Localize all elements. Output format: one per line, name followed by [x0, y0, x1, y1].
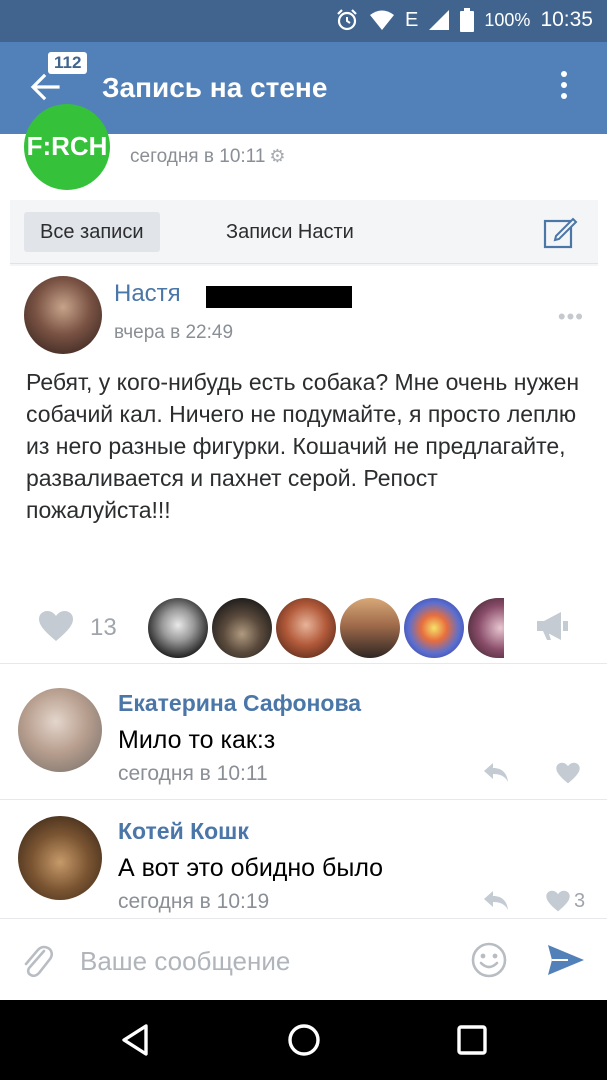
liker-avatar[interactable]	[276, 598, 336, 658]
heart-icon[interactable]	[544, 890, 572, 912]
post-header: F:RCH сегодня в 10:11 ⚙	[0, 104, 607, 198]
clock: 10:35	[540, 8, 593, 31]
battery-icon	[460, 8, 475, 32]
comment-item: Екатерина Сафонова Мило то как:з сегодня…	[0, 672, 607, 800]
nav-back-icon[interactable]	[116, 1020, 156, 1060]
author-name: Настя	[114, 280, 181, 307]
megaphone-icon[interactable]	[535, 610, 569, 642]
redaction-bar	[206, 286, 352, 308]
image-tab-author: Записи Насти	[226, 221, 354, 243]
liker-avatar[interactable]	[404, 598, 464, 658]
more-horiz-icon: •••	[557, 304, 584, 329]
comment-time: сегодня в 10:11	[118, 762, 268, 785]
more-menu-button[interactable]	[559, 68, 569, 108]
battery-percent: 100%	[484, 9, 531, 30]
commenter-avatar[interactable]	[18, 816, 102, 900]
signal-icon	[429, 10, 450, 30]
author-time: вчера в 22:49	[114, 322, 234, 343]
post-time: сегодня в 10:11 ⚙	[130, 146, 286, 168]
post-time-text: сегодня в 10:11	[130, 146, 266, 167]
liker-avatar[interactable]	[148, 598, 208, 658]
post-image[interactable]: Все записи Записи Насти Настя вчера в 22…	[10, 200, 598, 578]
alarm-icon	[337, 9, 357, 31]
heart-icon[interactable]	[38, 610, 74, 642]
message-composer	[0, 918, 607, 1000]
reply-icon[interactable]	[482, 760, 510, 784]
send-icon[interactable]	[546, 943, 586, 977]
nav-recents-icon[interactable]	[452, 1020, 492, 1060]
image-tabs: Все записи Записи Насти	[10, 200, 598, 264]
network-type: E	[405, 8, 419, 31]
liker-avatar[interactable]	[212, 598, 272, 658]
attach-icon[interactable]	[20, 941, 54, 981]
comment-like-count: 3	[574, 890, 586, 912]
emoji-icon[interactable]	[470, 941, 508, 979]
nav-home-icon[interactable]	[284, 1020, 324, 1060]
commenter-name[interactable]: Екатерина Сафонова	[118, 690, 361, 717]
comment-item: Котей Кошк А вот это обидно было сегодня…	[0, 800, 607, 918]
page-title: Запись на стене	[102, 72, 328, 103]
liker-avatar[interactable]	[468, 598, 504, 658]
liker-avatar[interactable]	[340, 598, 400, 658]
reply-icon[interactable]	[482, 888, 510, 912]
likes-row: 13	[0, 592, 607, 664]
wifi-icon	[370, 10, 395, 30]
message-input[interactable]	[80, 941, 450, 981]
author-avatar	[24, 276, 102, 354]
gear-icon: ⚙	[269, 146, 286, 166]
likes-count: 13	[90, 614, 117, 641]
comment-text: А вот это обидно было	[118, 854, 384, 882]
system-nav-bar	[0, 1000, 607, 1080]
group-logo-text: F:RCH	[26, 131, 108, 161]
heart-icon[interactable]	[554, 762, 582, 784]
unread-badge: 112	[48, 52, 88, 74]
edit-icon	[543, 217, 578, 249]
image-post-body: Настя вчера в 22:49 ••• Ребят, у кого-ни…	[10, 266, 598, 578]
post-text: Ребят, у кого-нибудь есть собака? Мне оч…	[26, 369, 580, 523]
comment-time: сегодня в 10:19	[118, 890, 270, 913]
commenter-name[interactable]: Котей Кошк	[118, 818, 249, 845]
image-tab-all: Все записи	[24, 212, 160, 252]
group-avatar[interactable]: F:RCH	[24, 104, 110, 190]
status-bar: E 100% 10:35	[0, 0, 607, 42]
commenter-avatar[interactable]	[18, 688, 102, 772]
arrow-back-icon	[30, 73, 60, 101]
more-vert-icon	[559, 71, 569, 99]
comment-text: Мило то как:з	[118, 726, 276, 754]
